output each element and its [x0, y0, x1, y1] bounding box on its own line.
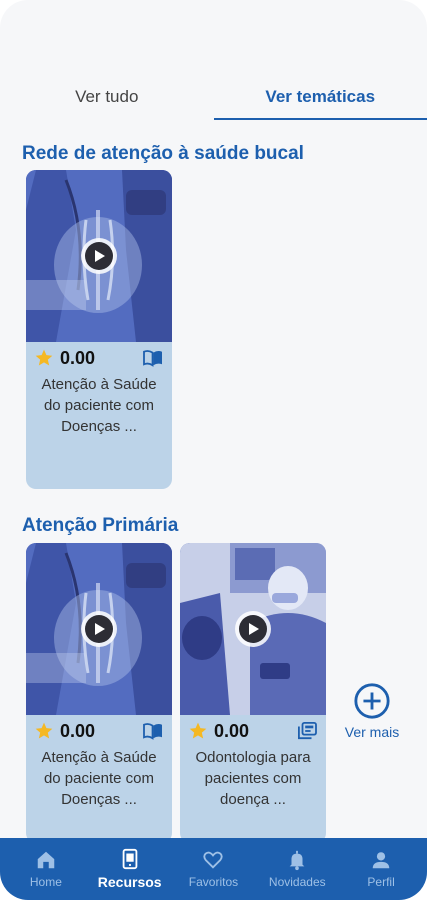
rating-value: 0.00 — [60, 347, 96, 368]
section-title-rede: Rede de atenção à saúde bucal — [22, 143, 304, 164]
play-button[interactable] — [81, 238, 117, 274]
person-icon — [372, 852, 390, 869]
card-title: Atenção à Saúde do paciente com Doenças … — [41, 376, 157, 435]
rating-value: 0.00 — [60, 720, 96, 741]
nav-home[interactable]: Home — [6, 841, 86, 897]
play-button[interactable] — [81, 611, 117, 647]
card-thumbnail — [26, 170, 172, 342]
card-thumbnail — [26, 543, 172, 715]
resource-card[interactable]: 0.00 Atenção à Saúde do paciente com Doe… — [26, 543, 172, 843]
nav-recursos[interactable]: Recursos — [90, 841, 170, 897]
tab-bar: Ver tudo Ver temáticas — [0, 74, 427, 120]
star-icon — [35, 722, 53, 739]
bottom-navigation: Home Recursos Favoritos Novidades Perfil — [0, 838, 427, 900]
resource-card[interactable]: 0.00 Odontologia para pacientes com doen… — [180, 543, 326, 843]
book-icon — [143, 723, 162, 740]
collection-icon — [298, 722, 317, 740]
play-icon — [95, 250, 105, 262]
plus-circle-icon — [354, 683, 390, 719]
play-button[interactable] — [235, 611, 271, 647]
see-more-label: Ver mais — [344, 724, 400, 740]
nav-novidades[interactable]: Novidades — [257, 841, 337, 897]
heart-icon — [203, 851, 224, 869]
card-title: Atenção à Saúde do paciente com Doenças … — [41, 749, 157, 808]
rating-row: 0.00 — [180, 715, 326, 747]
rating-row: 0.00 — [26, 342, 172, 374]
resource-card[interactable]: 0.00 Atenção à Saúde do paciente com Doe… — [26, 170, 172, 489]
rating-value: 0.00 — [214, 720, 250, 741]
nav-favoritos[interactable]: Favoritos — [173, 841, 253, 897]
nav-perfil[interactable]: Perfil — [341, 841, 421, 897]
nav-label: Recursos — [97, 874, 162, 890]
tab-ver-tudo[interactable]: Ver tudo — [0, 74, 214, 120]
nav-label: Home — [29, 875, 62, 889]
play-icon — [249, 623, 259, 635]
card-title: Odontologia para pacientes com doença ..… — [195, 749, 311, 808]
nav-label: Perfil — [367, 875, 395, 889]
section-title-atencao-primaria: Atenção Primária — [22, 515, 179, 536]
nav-label: Novidades — [268, 875, 326, 889]
star-icon — [189, 722, 207, 739]
nav-label: Favoritos — [188, 875, 239, 889]
see-more-button[interactable]: Ver mais — [338, 682, 406, 740]
home-icon — [37, 851, 55, 869]
app-screen: Ver tudo Ver temáticas Rede de atenção à… — [0, 0, 427, 900]
star-icon — [35, 349, 53, 366]
play-icon — [95, 623, 105, 635]
tablet-icon — [122, 848, 138, 870]
bell-icon — [289, 850, 305, 871]
tab-ver-tematicas[interactable]: Ver temáticas — [213, 74, 427, 120]
rating-row: 0.00 — [26, 715, 172, 747]
card-thumbnail — [180, 543, 326, 715]
book-icon — [143, 350, 162, 367]
